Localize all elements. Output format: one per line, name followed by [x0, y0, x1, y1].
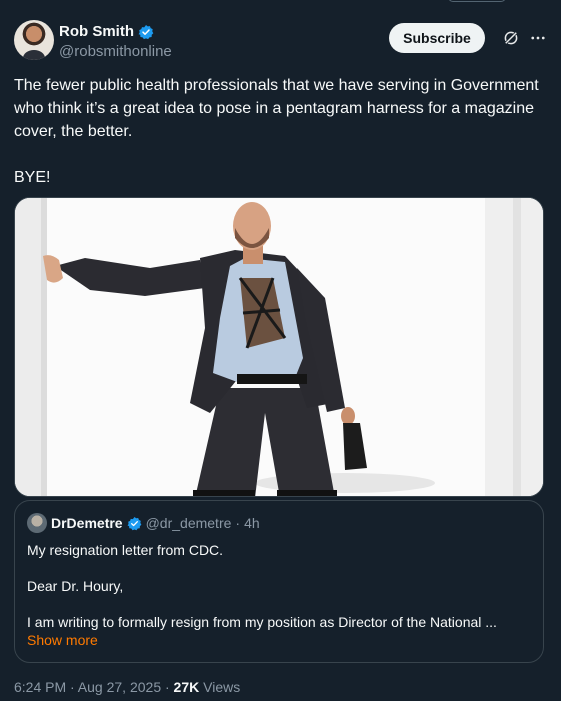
verified-badge-icon [138, 24, 154, 39]
quoted-text-line: Dear Dr. Houry, [27, 578, 124, 594]
photo-illustration [15, 198, 543, 496]
quoted-author-avatar [27, 513, 47, 533]
quoted-tweet-header: DrDemetre @dr_demetre · 4h [27, 513, 260, 533]
show-more-link[interactable]: Show more [27, 632, 98, 648]
quoted-author-handle: @dr_demetre [145, 515, 232, 531]
grok-icon[interactable] [502, 29, 520, 47]
tweet-photo[interactable] [14, 197, 544, 497]
tweet-text: The fewer public health professionals th… [14, 77, 539, 186]
subscribe-button[interactable]: Subscribe [389, 23, 485, 53]
verified-badge-icon [127, 516, 141, 530]
tweet-header: Rob Smith @robsmithonline Subscribe [14, 20, 547, 64]
more-icon[interactable] [529, 29, 547, 47]
views-count: 27K [173, 679, 200, 695]
quoted-separator: · [235, 515, 241, 531]
quoted-text-line: My resignation letter from CDC. [27, 542, 224, 558]
author-name-row: Rob Smith [59, 23, 154, 40]
tweet-meta: 6:24 PM · Aug 27, 2025 · 27K Views [14, 679, 240, 695]
top-button-edge [448, 0, 506, 2]
tweet-timestamp[interactable]: 6:24 PM · Aug 27, 2025 · [14, 679, 174, 695]
author-display-name[interactable]: Rob Smith [59, 23, 134, 40]
quoted-text-line: I am writing to formally resign from my … [27, 614, 497, 630]
author-avatar[interactable] [14, 20, 54, 60]
quoted-author-name: DrDemetre [51, 515, 123, 531]
views-label: Views [203, 679, 241, 695]
quoted-time: 4h [244, 515, 260, 531]
author-handle[interactable]: @robsmithonline [59, 43, 172, 60]
quoted-tweet-text: My resignation letter from CDC. Dear Dr.… [27, 541, 527, 631]
quoted-tweet[interactable]: DrDemetre @dr_demetre · 4h My resignatio… [14, 500, 544, 663]
